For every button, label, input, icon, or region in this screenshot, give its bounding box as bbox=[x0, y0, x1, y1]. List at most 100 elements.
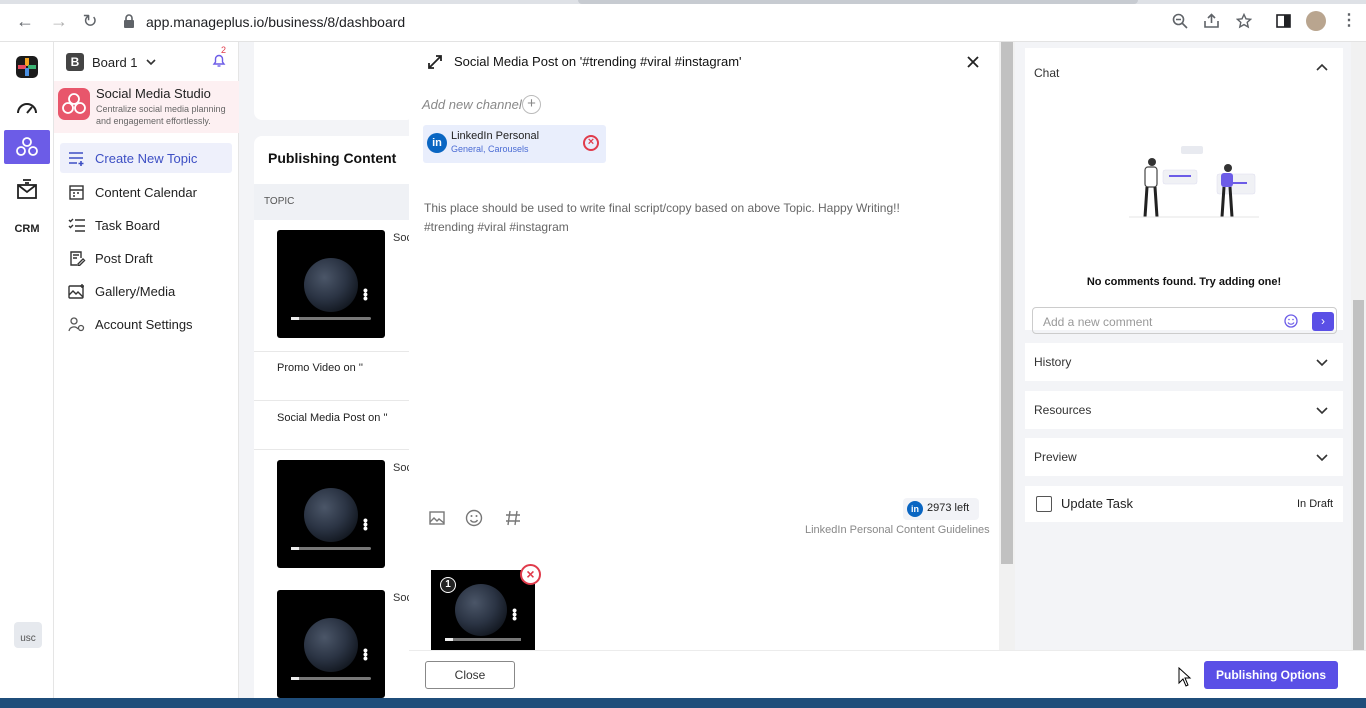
kebab-menu-icon[interactable]: ⋮ bbox=[1338, 10, 1360, 32]
app-logo[interactable] bbox=[4, 50, 50, 84]
board-selector[interactable]: B Board 1 bbox=[66, 52, 156, 72]
menu-create-new-topic[interactable]: Create New Topic bbox=[60, 143, 232, 173]
history-heading: History bbox=[1034, 355, 1072, 369]
task-list-icon bbox=[68, 218, 85, 232]
rail-dashboard[interactable] bbox=[4, 92, 50, 126]
right-panel: Chat No comments found. Try adding one! … bbox=[1015, 42, 1366, 650]
row-divider bbox=[254, 351, 414, 352]
emoji-icon[interactable] bbox=[464, 508, 484, 528]
expand-icon[interactable] bbox=[427, 54, 443, 70]
menu-content-calendar[interactable]: Content Calendar bbox=[60, 177, 232, 207]
preview-heading: Preview bbox=[1034, 450, 1077, 464]
app-rail: CRM usc bbox=[0, 42, 54, 698]
video-progress bbox=[445, 638, 521, 641]
body-hashtags: #trending #viral #instagram bbox=[424, 220, 569, 234]
menu-label: Account Settings bbox=[95, 316, 193, 332]
menu-post-draft[interactable]: Post Draft bbox=[60, 243, 232, 273]
content-guidelines-link[interactable]: LinkedIn Personal Content Guidelines bbox=[805, 524, 990, 536]
side-panel-icon[interactable] bbox=[1276, 14, 1291, 28]
history-section[interactable]: History bbox=[1025, 343, 1343, 381]
mail-icon bbox=[17, 179, 37, 199]
hashtag-icon[interactable] bbox=[503, 508, 523, 528]
chat-illustration bbox=[1129, 146, 1259, 218]
os-taskbar bbox=[0, 698, 1366, 708]
notification-count: 2 bbox=[221, 45, 227, 55]
zoom-icon[interactable] bbox=[1172, 13, 1188, 29]
more-options-icon[interactable]: • • • bbox=[512, 603, 517, 625]
comment-placeholder: Add a new comment bbox=[1043, 315, 1153, 329]
menu-label: Post Draft bbox=[95, 250, 153, 266]
chevron-up-icon[interactable] bbox=[1315, 61, 1329, 75]
menu-gallery-media[interactable]: Gallery/Media bbox=[60, 276, 232, 306]
menu-task-board[interactable]: Task Board bbox=[60, 210, 232, 240]
active-tab[interactable] bbox=[578, 0, 1138, 4]
modal-scrollbar[interactable] bbox=[999, 42, 1015, 650]
chat-heading[interactable]: Chat bbox=[1034, 66, 1059, 80]
image-upload-icon[interactable] bbox=[427, 508, 447, 528]
post-thumbnail[interactable]: • • • bbox=[277, 590, 385, 698]
earth-image bbox=[304, 488, 358, 542]
post-editor-modal: Social Media Post on '#trending #viral #… bbox=[409, 42, 1015, 698]
url-text: app.manageplus.io/business/8/dashboard bbox=[146, 14, 406, 30]
media-index-badge: 1 bbox=[440, 577, 456, 593]
social-network-icon bbox=[62, 93, 86, 114]
rail-social-studio[interactable] bbox=[4, 130, 50, 164]
add-channel-label[interactable]: Add new channel bbox=[422, 97, 522, 112]
profile-avatar[interactable] bbox=[1306, 11, 1326, 31]
resources-section[interactable]: Resources bbox=[1025, 391, 1343, 429]
chevron-down-icon bbox=[1316, 359, 1328, 367]
social-network-icon bbox=[16, 137, 38, 156]
browser-toolbar: ← → ↻ app.manageplus.io/business/8/dashb… bbox=[0, 0, 1366, 42]
chevron-down-icon bbox=[1316, 407, 1328, 415]
menu-label: Content Calendar bbox=[95, 184, 197, 200]
earth-image bbox=[455, 584, 507, 636]
post-body-editor[interactable]: This place should be used to write final… bbox=[424, 199, 994, 237]
channel-subtypes: General, Carousels bbox=[451, 144, 529, 154]
row-divider bbox=[254, 449, 414, 450]
resources-heading: Resources bbox=[1034, 403, 1092, 417]
more-options-icon[interactable]: • • • bbox=[363, 643, 368, 665]
channel-name: LinkedIn Personal bbox=[451, 130, 540, 142]
more-options-icon[interactable]: • • • bbox=[363, 513, 368, 535]
more-options-icon[interactable]: • • • bbox=[363, 283, 368, 305]
close-button[interactable]: Close bbox=[425, 661, 515, 689]
remove-channel-icon[interactable]: × bbox=[583, 135, 599, 151]
share-icon[interactable] bbox=[1203, 13, 1220, 29]
user-avatar[interactable]: usc bbox=[14, 622, 42, 648]
right-scrollbar[interactable] bbox=[1351, 42, 1366, 650]
menu-account-settings[interactable]: Account Settings bbox=[60, 309, 232, 339]
reload-icon[interactable]: ↻ bbox=[79, 10, 101, 32]
body-line: This place should be used to write final… bbox=[424, 201, 900, 215]
back-icon[interactable]: ← bbox=[14, 10, 36, 32]
create-topic-icon bbox=[69, 152, 84, 166]
emoji-icon[interactable] bbox=[1283, 313, 1299, 329]
forward-icon[interactable]: → bbox=[48, 10, 70, 32]
rail-crm[interactable]: CRM bbox=[4, 212, 50, 246]
send-comment-button[interactable]: › bbox=[1312, 312, 1334, 331]
star-icon[interactable] bbox=[1236, 13, 1252, 29]
update-task-checkbox[interactable] bbox=[1036, 496, 1052, 512]
gallery-icon bbox=[68, 284, 84, 299]
chat-section: Chat No comments found. Try adding one! … bbox=[1025, 48, 1343, 334]
linkedin-icon: in bbox=[427, 133, 447, 153]
publishing-options-button[interactable]: Publishing Options bbox=[1204, 661, 1338, 689]
topic-row[interactable]: Social Media Post on '' bbox=[277, 412, 388, 424]
studio-description: Centralize social media planning and eng… bbox=[96, 104, 226, 126]
add-channel-plus-icon[interactable]: + bbox=[522, 95, 541, 114]
channel-chip-linkedin[interactable]: in LinkedIn Personal General, Carousels … bbox=[423, 125, 606, 163]
update-task-label: Update Task bbox=[1061, 496, 1134, 511]
menu-label: Task Board bbox=[95, 217, 161, 233]
topic-row[interactable]: Promo Video on '' bbox=[277, 362, 363, 374]
chevron-down-icon bbox=[1316, 454, 1328, 462]
rail-mail[interactable] bbox=[4, 172, 50, 206]
remove-media-icon[interactable]: × bbox=[520, 564, 541, 585]
close-icon[interactable] bbox=[965, 54, 981, 70]
preview-section[interactable]: Preview bbox=[1025, 438, 1343, 476]
content-list-pane: Publishing Content TOPIC • • • Soc Promo V… bbox=[239, 42, 414, 698]
post-thumbnail[interactable]: • • • bbox=[277, 460, 385, 568]
task-status: In Draft bbox=[1297, 498, 1334, 510]
studio-header: Social Media Studio Centralize social me… bbox=[54, 81, 239, 133]
post-thumbnail[interactable]: • • • bbox=[277, 230, 385, 338]
mouse-cursor-icon bbox=[1178, 667, 1192, 687]
comment-input[interactable]: Add a new comment › bbox=[1032, 307, 1337, 334]
